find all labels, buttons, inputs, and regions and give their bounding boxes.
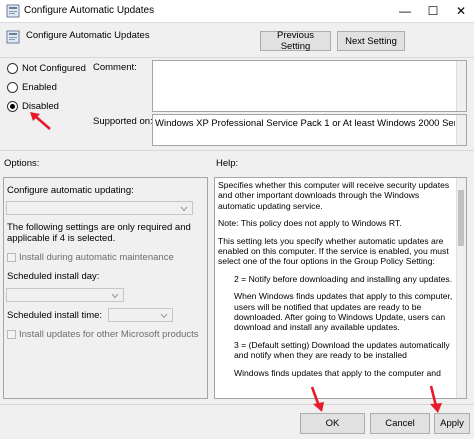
radio-disabled[interactable]: Disabled bbox=[7, 101, 59, 112]
radio-not-configured-circle[interactable] bbox=[7, 63, 18, 74]
install-day-select[interactable] bbox=[6, 288, 124, 302]
help-paragraph: This setting lets you specify whether au… bbox=[218, 235, 449, 267]
previous-setting-button[interactable]: Previous Setting bbox=[260, 30, 331, 52]
chevron-down-icon bbox=[180, 206, 188, 212]
setting-title: Configure Automatic Updates bbox=[26, 30, 150, 41]
radio-disabled-circle[interactable] bbox=[7, 101, 18, 112]
group-policy-icon bbox=[6, 4, 20, 18]
window-title: Configure Automatic Updates bbox=[24, 5, 155, 16]
help-paragraph: 3 = (Default setting) Download the updat… bbox=[234, 339, 450, 361]
other-products-label: Install updates for other Microsoft prod… bbox=[19, 329, 199, 340]
comment-textarea[interactable] bbox=[152, 60, 467, 112]
install-maintenance-checkbox[interactable] bbox=[7, 253, 16, 262]
install-maintenance-checkbox-row[interactable]: Install during automatic maintenance bbox=[7, 252, 174, 263]
annotation-arrow-icon bbox=[30, 112, 51, 130]
minimize-button[interactable]: — bbox=[390, 0, 420, 22]
chevron-down-icon bbox=[111, 293, 119, 299]
comment-label: Comment: bbox=[93, 62, 137, 73]
options-note: The following settings are only required… bbox=[7, 222, 191, 244]
maximize-button[interactable]: ☐ bbox=[418, 0, 448, 22]
header-divider bbox=[0, 57, 474, 58]
help-text: Specifies whether this computer will rec… bbox=[218, 180, 454, 396]
radio-enabled-circle[interactable] bbox=[7, 82, 18, 93]
help-label: Help: bbox=[216, 158, 239, 169]
radio-enabled-label: Enabled bbox=[22, 82, 57, 93]
radio-not-configured-label: Not Configured bbox=[22, 63, 86, 74]
apply-button[interactable]: Apply bbox=[434, 413, 470, 434]
help-paragraph: Note: This policy does not apply to Wind… bbox=[218, 218, 402, 229]
install-time-label: Scheduled install time: bbox=[7, 310, 103, 321]
help-paragraph: Specifies whether this computer will rec… bbox=[218, 180, 450, 211]
install-day-label: Scheduled install day: bbox=[7, 271, 100, 282]
title-bar-divider bbox=[0, 22, 474, 23]
ok-button[interactable]: OK bbox=[300, 413, 365, 434]
chevron-down-icon bbox=[160, 313, 168, 319]
other-products-checkbox-row[interactable]: Install updates for other Microsoft prod… bbox=[7, 329, 199, 340]
options-divider bbox=[0, 150, 474, 151]
policy-setting-icon bbox=[6, 30, 20, 44]
next-setting-button[interactable]: Next Setting bbox=[337, 31, 405, 51]
install-maintenance-label: Install during automatic maintenance bbox=[19, 252, 174, 263]
supported-on-scrollbar[interactable] bbox=[456, 115, 466, 145]
radio-enabled[interactable]: Enabled bbox=[7, 82, 57, 93]
close-button[interactable]: ✕ bbox=[446, 0, 474, 22]
radio-disabled-label: Disabled bbox=[22, 101, 59, 112]
radio-not-configured[interactable]: Not Configured bbox=[7, 63, 86, 74]
help-paragraph: When Windows finds updates that apply to… bbox=[234, 291, 453, 333]
install-time-select[interactable] bbox=[108, 308, 173, 322]
help-paragraph: 2 = Notify before downloading and instal… bbox=[234, 273, 453, 284]
supported-on-label: Supported on: bbox=[93, 116, 153, 127]
configure-updating-label: Configure automatic updating: bbox=[7, 185, 134, 196]
help-paragraph: Windows finds updates that apply to the … bbox=[234, 367, 441, 378]
cancel-button[interactable]: Cancel bbox=[370, 413, 430, 434]
supported-on-value: Windows XP Professional Service Pack 1 o… bbox=[155, 118, 455, 129]
other-products-checkbox[interactable] bbox=[7, 330, 16, 339]
help-scrollbar-thumb[interactable] bbox=[458, 190, 464, 246]
options-label: Options: bbox=[4, 158, 40, 169]
footer-divider bbox=[0, 404, 474, 405]
comment-scrollbar[interactable] bbox=[456, 61, 466, 111]
configure-updating-select[interactable] bbox=[6, 201, 193, 215]
